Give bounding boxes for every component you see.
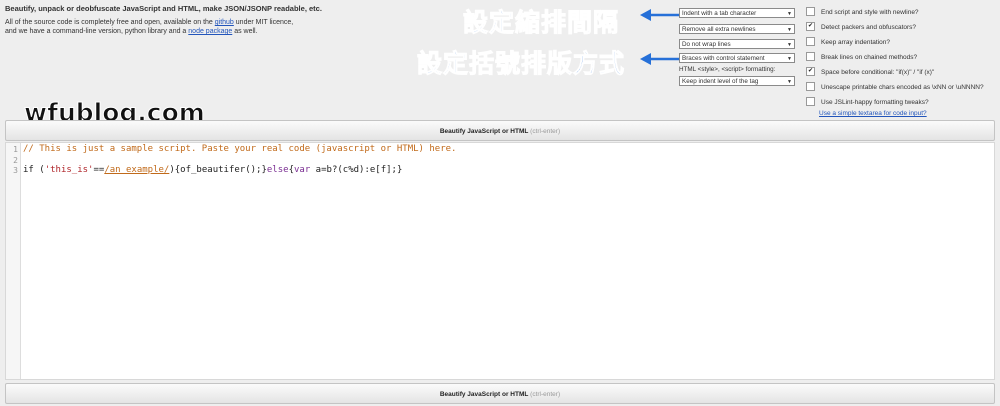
code-line-3: if ('this_is'==/an_example/){of_beautife… bbox=[23, 165, 402, 175]
beautify-button-top[interactable]: Beautify JavaScript or HTML (ctrl-enter) bbox=[5, 120, 995, 141]
dropdown-arrow-icon: ▼ bbox=[787, 11, 792, 17]
checkbox[interactable] bbox=[806, 52, 815, 61]
code-keyword: else bbox=[266, 165, 289, 175]
select-value: Remove all extra newlines bbox=[682, 26, 756, 33]
code-line-1: // This is just a sample script. Paste y… bbox=[23, 144, 457, 154]
option-end-newline[interactable]: End script and style with newline? bbox=[806, 7, 919, 18]
code-regex: /an_example/ bbox=[104, 165, 170, 175]
shortcut-hint: (ctrl-enter) bbox=[530, 128, 561, 135]
line-number-gutter: 1 2 3 bbox=[6, 143, 21, 379]
checkbox[interactable] bbox=[806, 82, 815, 91]
checkbox[interactable] bbox=[806, 7, 815, 16]
code-token: ){of_beautifer();} bbox=[169, 165, 267, 175]
code-keyword: var bbox=[294, 165, 311, 175]
dropdown-arrow-icon: ▼ bbox=[787, 79, 792, 85]
option-break-chained[interactable]: Break lines on chained methods? bbox=[806, 52, 918, 63]
dropdown-arrow-icon: ▼ bbox=[787, 27, 792, 33]
newlines-select[interactable]: Remove all extra newlines ▼ bbox=[679, 24, 795, 34]
option-detect-packers[interactable]: ✔ Detect packers and obfuscators? bbox=[806, 22, 917, 33]
beautify-button-bottom[interactable]: Beautify JavaScript or HTML (ctrl-enter) bbox=[5, 383, 995, 404]
option-keep-array-indent[interactable]: Keep array indentation? bbox=[806, 37, 891, 48]
html-formatting-label: HTML <style>, <script> formatting: bbox=[679, 66, 776, 73]
line-number: 1 bbox=[13, 145, 18, 154]
intro-text: under MIT licence, bbox=[235, 19, 294, 26]
github-link[interactable]: github bbox=[215, 19, 234, 26]
code-token: a=b?(c%d):e[f];} bbox=[310, 165, 403, 175]
code-editor[interactable]: 1 2 3 // This is just a sample script. P… bbox=[5, 142, 995, 380]
intro-text: All of the source code is completely fre… bbox=[5, 19, 213, 26]
option-label: Detect packers and obfuscators? bbox=[821, 24, 917, 32]
intro-text: as well. bbox=[234, 28, 258, 35]
option-label: Keep array indentation? bbox=[821, 39, 891, 47]
select-value: Indent with a tab character bbox=[682, 10, 757, 17]
intro-line-1: All of the source code is completely fre… bbox=[5, 18, 425, 27]
indent-select[interactable]: Indent with a tab character ▼ bbox=[679, 8, 795, 18]
select-value: Keep indent level of the tag bbox=[682, 78, 759, 85]
checkbox[interactable]: ✔ bbox=[806, 22, 815, 31]
code-token: == bbox=[93, 165, 105, 175]
node-package-link[interactable]: node package bbox=[188, 28, 232, 35]
wrap-select[interactable]: Do not wrap lines ▼ bbox=[679, 39, 795, 49]
checkbox[interactable]: ✔ bbox=[806, 67, 815, 76]
code-string: 'this_is' bbox=[44, 165, 94, 175]
braces-annotation: 設定括號排版方式 bbox=[416, 49, 626, 79]
select-value: Do not wrap lines bbox=[682, 41, 731, 48]
intro-line-2: and we have a command-line version, pyth… bbox=[5, 27, 425, 36]
line-number: 3 bbox=[13, 166, 18, 175]
simple-textarea-link[interactable]: Use a simple textarea for code input? bbox=[819, 110, 927, 117]
option-unescape-chars[interactable]: Unescape printable chars encoded as \xNN… bbox=[806, 82, 984, 93]
checkbox[interactable] bbox=[806, 97, 815, 106]
select-value: Braces with control statement bbox=[682, 55, 765, 62]
option-label: Break lines on chained methods? bbox=[821, 54, 918, 62]
arrow-left-icon bbox=[640, 53, 679, 65]
simple-textarea-option[interactable]: Use a simple textarea for code input? bbox=[819, 109, 927, 119]
option-label: Use JSLint-happy formatting tweaks? bbox=[821, 99, 929, 107]
braces-select[interactable]: Braces with control statement ▼ bbox=[679, 53, 795, 63]
indent-annotation: 設定縮排間隔 bbox=[462, 8, 620, 38]
button-label: Beautify JavaScript or HTML bbox=[439, 128, 529, 135]
intro: Beautify, unpack or deobfuscate JavaScri… bbox=[5, 4, 425, 36]
option-jslint-happy[interactable]: Use JSLint-happy formatting tweaks? bbox=[806, 97, 929, 108]
line-number: 2 bbox=[13, 156, 18, 165]
html-indent-select[interactable]: Keep indent level of the tag ▼ bbox=[679, 76, 795, 86]
intro-text: and we have a command-line version, pyth… bbox=[5, 28, 187, 35]
shortcut-hint: (ctrl-enter) bbox=[530, 391, 561, 398]
option-label: Space before conditional: "if(x)" / "if … bbox=[821, 69, 935, 77]
button-label: Beautify JavaScript or HTML bbox=[439, 391, 529, 398]
code-token: if ( bbox=[23, 165, 45, 175]
arrow-left-icon bbox=[640, 9, 679, 21]
option-label: End script and style with newline? bbox=[821, 9, 919, 17]
option-label: Unescape printable chars encoded as \xNN… bbox=[821, 84, 984, 92]
checkbox[interactable] bbox=[806, 37, 815, 46]
page-title: Beautify, unpack or deobfuscate JavaScri… bbox=[5, 4, 322, 13]
dropdown-arrow-icon: ▼ bbox=[787, 42, 792, 48]
dropdown-arrow-icon: ▼ bbox=[787, 56, 792, 62]
option-space-before-conditional[interactable]: ✔ Space before conditional: "if(x)" / "if… bbox=[806, 67, 935, 78]
